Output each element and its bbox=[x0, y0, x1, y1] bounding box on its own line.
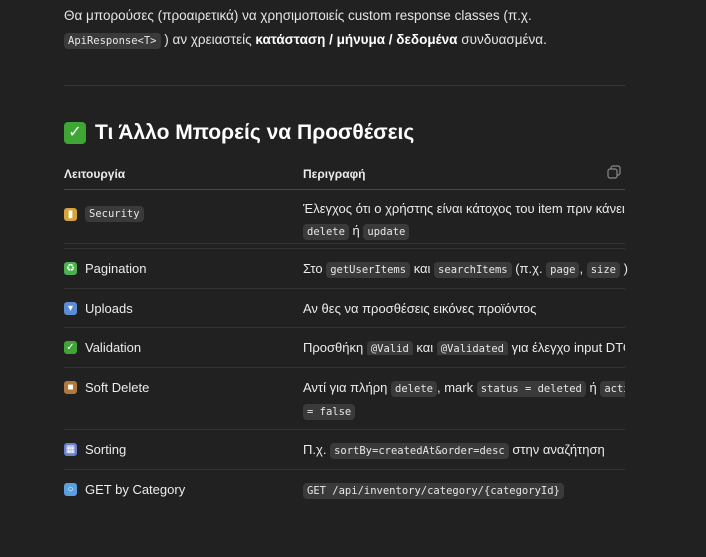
recycle-icon: ♻ bbox=[64, 262, 77, 275]
description-cell: Προσθήκη @Valid και @Validated για έλεγχ… bbox=[303, 340, 625, 355]
row-divider bbox=[64, 367, 625, 368]
inbox-tray-icon: ▾ bbox=[64, 302, 77, 315]
row-divider bbox=[64, 288, 625, 289]
section-heading: ✓ Τι Άλλο Μπορείς να Προσθέσεις bbox=[64, 121, 414, 145]
feature-cell: ▦ Sorting bbox=[64, 442, 127, 457]
description-cell: Π.χ. sortBy=createdAt&order=desc στην αν… bbox=[303, 442, 605, 459]
package-icon: ■ bbox=[64, 381, 77, 394]
row-divider bbox=[64, 248, 625, 249]
description-cell: GET /api/inventory/category/{categoryId} bbox=[303, 482, 564, 499]
feature-cell: ○ GET by Category bbox=[64, 482, 185, 497]
intro-paragraph: Θα μπορούσες (προαιρετικά) να χρησιμοποι… bbox=[64, 8, 547, 49]
description-cell: Αντί για πλήρη delete, mark status = del… bbox=[303, 377, 625, 423]
check-mark-button-icon: ✓ bbox=[64, 341, 77, 354]
row-divider bbox=[64, 327, 625, 328]
lock-icon: ▮ bbox=[64, 207, 77, 221]
row-divider bbox=[64, 429, 625, 430]
table-header: Λειτουργία Περιγραφή bbox=[64, 157, 625, 190]
check-mark-button-icon: ✓ bbox=[64, 122, 86, 144]
feature-cell: ■ Soft Delete bbox=[64, 380, 149, 395]
header-feature: Λειτουργία bbox=[64, 167, 126, 181]
feature-cell: ✓ Validation bbox=[64, 340, 141, 355]
copy-icon[interactable] bbox=[607, 165, 621, 179]
divider bbox=[64, 85, 625, 86]
calendar-icon: ▦ bbox=[64, 443, 77, 456]
header-description: Περιγραφή bbox=[303, 167, 366, 181]
heading-text: Τι Άλλο Μπορείς να Προσθέσεις bbox=[95, 121, 415, 144]
inline-code: ApiResponse<T> bbox=[64, 33, 161, 49]
description-cell: Έλεγχος ότι ο χρήστης είναι κάτοχος του … bbox=[303, 201, 625, 240]
row-divider bbox=[64, 469, 625, 470]
feature-cell: ♻ Pagination bbox=[64, 261, 146, 276]
description-cell: Στο getUserItems και searchItems (π.χ. p… bbox=[303, 261, 628, 278]
feature-cell: ▮ Security bbox=[64, 206, 144, 222]
magnifying-glass-icon: ○ bbox=[64, 483, 77, 496]
description-cell: Αν θες να προσθέσεις εικόνες προϊόντος bbox=[303, 301, 537, 316]
feature-cell: ▾ Uploads bbox=[64, 301, 133, 316]
